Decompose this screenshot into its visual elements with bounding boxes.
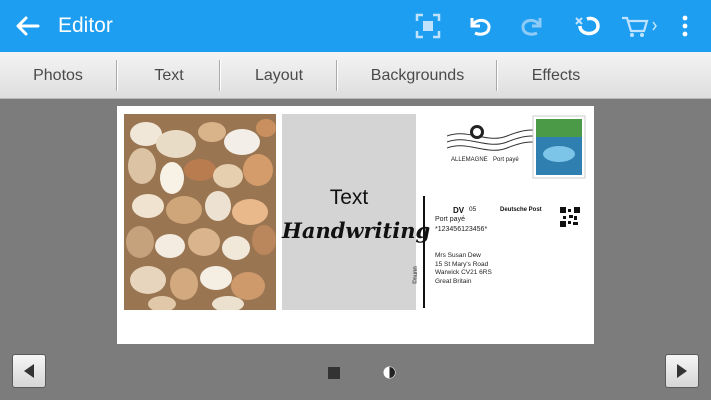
port-paye-label: Port payé xyxy=(435,216,465,223)
tab-effects[interactable]: Effects xyxy=(499,52,613,99)
seashell-photo[interactable] xyxy=(124,114,276,310)
prev-page-button[interactable] xyxy=(12,354,46,388)
tab-divider xyxy=(336,60,338,91)
next-arrow-icon xyxy=(677,364,687,378)
dv-number: 05 xyxy=(469,206,477,213)
qr-code-icon xyxy=(559,206,581,228)
recipient-address[interactable]: Mrs Susan Dew 15 St Mary's Road Warwick … xyxy=(435,252,492,286)
prev-arrow-icon xyxy=(24,364,34,378)
tab-text[interactable]: Text xyxy=(119,52,219,99)
crop-icon[interactable] xyxy=(414,12,442,40)
deutsche-post-brand: Deutsche Post xyxy=(500,207,542,213)
redo-icon[interactable] xyxy=(518,12,546,40)
text-panel[interactable]: Text Handwriting xyxy=(282,114,430,310)
text-line[interactable]: Text xyxy=(282,186,416,210)
tab-divider xyxy=(496,60,498,91)
front-side-icon[interactable] xyxy=(328,366,340,384)
back-side-icon[interactable] xyxy=(383,366,396,384)
more-vert-icon[interactable] xyxy=(676,12,694,40)
stamp-area: ALLEMAGNE Port payé xyxy=(446,114,587,184)
tab-divider xyxy=(116,60,118,91)
app-bar: Editor xyxy=(0,0,711,52)
address-line: 15 St Mary's Road xyxy=(435,260,489,268)
back-arrow-icon[interactable] xyxy=(14,14,40,38)
tab-photos[interactable]: Photos xyxy=(0,52,116,99)
dv-label: DV xyxy=(453,206,465,215)
handwriting-line[interactable]: Handwriting xyxy=(282,218,430,243)
vertical-label: ©nunn xyxy=(413,266,419,284)
stamp-status: Port payé xyxy=(493,157,519,163)
rotate-icon[interactable] xyxy=(572,12,600,40)
cart-icon[interactable] xyxy=(620,12,660,40)
stamp-country: ALLEMAGNE xyxy=(451,157,488,163)
tab-layout[interactable]: Layout xyxy=(222,52,336,99)
undo-icon[interactable] xyxy=(466,12,494,40)
postmark-icon xyxy=(446,115,586,179)
next-page-button[interactable] xyxy=(665,354,699,388)
address-line: Mrs Susan Dew xyxy=(435,252,481,259)
tab-divider xyxy=(219,60,221,91)
address-line: Great Britain xyxy=(435,277,472,285)
address-divider xyxy=(423,196,425,308)
tab-backgrounds[interactable]: Backgrounds xyxy=(339,52,496,99)
postcard-canvas: Text Handwriting ©nunn ALLEMAGNE Port pa… xyxy=(117,106,594,344)
barcode-text: *123456123456* xyxy=(435,226,488,233)
page-title: Editor xyxy=(58,14,113,37)
tab-bar: Photos Text Layout Backgrounds Effects xyxy=(0,52,711,99)
address-line: Warwick CV21 6RS xyxy=(435,269,492,276)
